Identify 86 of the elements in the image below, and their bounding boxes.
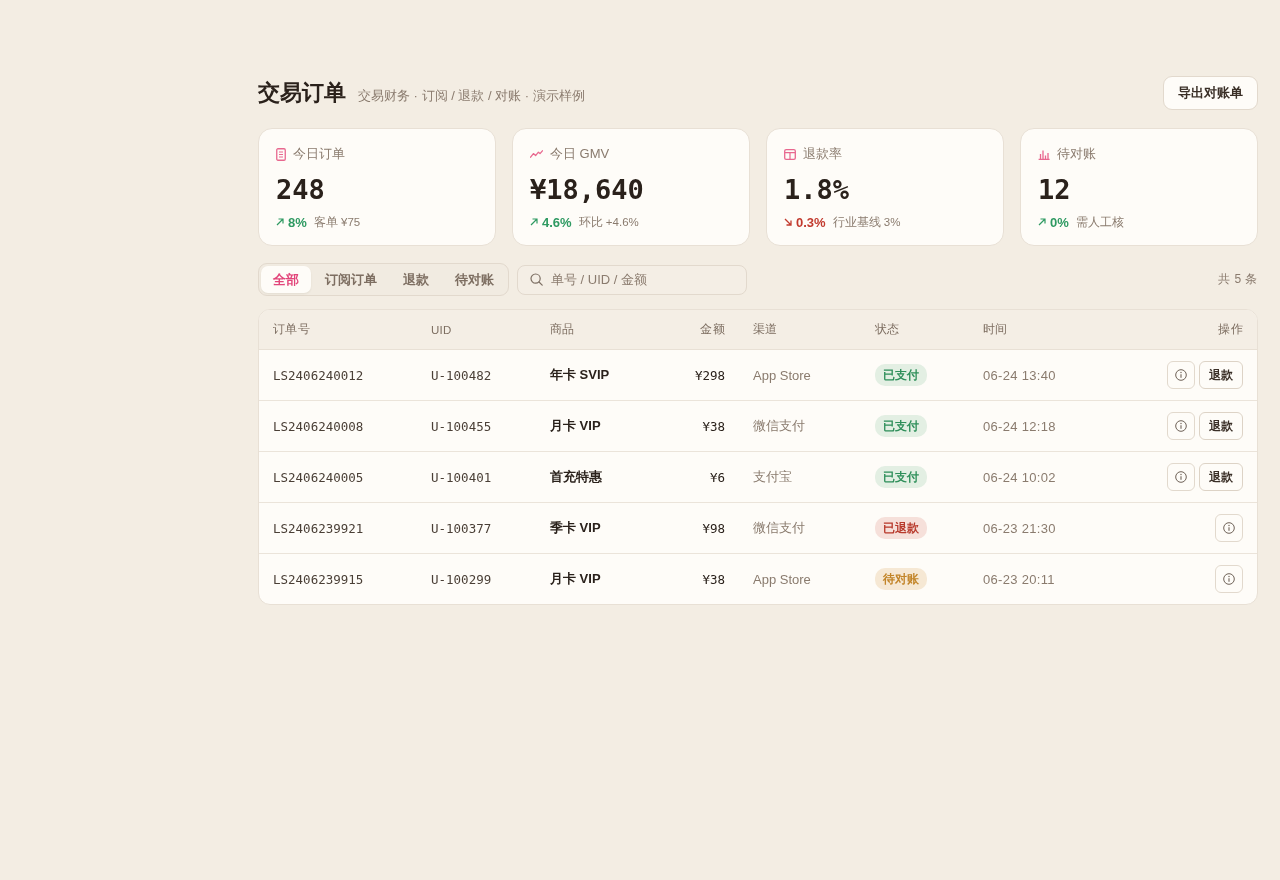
payment-channel: 微信支付 xyxy=(753,519,805,537)
payment-channel: 微信支付 xyxy=(753,417,805,435)
column-header: 时间 xyxy=(983,322,1008,337)
amount: ¥298 xyxy=(694,367,725,383)
order-time: 06-24 10:02 xyxy=(983,469,1056,485)
refund-button[interactable]: 退款 xyxy=(1199,412,1243,440)
payment-channel: App Store xyxy=(753,571,811,587)
refund-button[interactable]: 退款 xyxy=(1199,463,1243,491)
stat-label: 今日订单 xyxy=(293,145,345,163)
info-icon xyxy=(1175,420,1187,432)
user-id: U-100377 xyxy=(431,520,492,536)
order-time: 06-23 20:11 xyxy=(983,571,1055,587)
result-count: 共 5 条 xyxy=(1218,271,1258,288)
stat-delta: 0.3% xyxy=(796,214,826,230)
stat-delta: 8% xyxy=(288,214,307,230)
amount: ¥98 xyxy=(702,520,725,536)
filter-tab[interactable]: 订阅订单 xyxy=(313,266,389,293)
filter-tab[interactable]: 退款 xyxy=(391,266,441,293)
details-button[interactable] xyxy=(1167,412,1195,440)
info-icon xyxy=(1175,369,1187,381)
user-id: U-100455 xyxy=(431,418,492,434)
stat-note: 环比 +4.6% xyxy=(578,214,639,230)
stat-value: 12 xyxy=(1038,174,1072,206)
details-button[interactable] xyxy=(1167,463,1195,491)
product-name: 月卡 VIP xyxy=(550,570,601,588)
column-header: 金额 xyxy=(700,322,725,337)
layout-icon xyxy=(784,148,796,160)
column-header: 订单号 xyxy=(273,322,310,337)
product-name: 季卡 VIP xyxy=(550,519,601,537)
stat-note: 行业基线 3% xyxy=(832,214,901,230)
stat-delta: 0% xyxy=(1050,214,1069,230)
status-badge: 待对账 xyxy=(875,568,927,590)
details-button[interactable] xyxy=(1167,361,1195,389)
stat-note: 客单 ¥75 xyxy=(313,214,361,230)
column-header: 操作 xyxy=(1218,322,1243,337)
status-badge: 已支付 xyxy=(875,415,927,437)
trend-line-icon xyxy=(530,150,543,158)
column-header: 渠道 xyxy=(753,322,778,337)
order-time: 06-24 12:18 xyxy=(983,418,1056,434)
user-id: U-100299 xyxy=(431,571,492,587)
order-number: LS2406239921 xyxy=(273,520,364,536)
stat-value: 248 xyxy=(276,174,326,206)
column-header: 状态 xyxy=(875,322,900,337)
search-icon xyxy=(530,272,543,286)
details-button[interactable] xyxy=(1215,565,1243,593)
order-number: LS2406240012 xyxy=(273,367,364,383)
user-id: U-100401 xyxy=(431,469,492,485)
export-button[interactable]: 导出对账单 xyxy=(1163,76,1258,110)
refund-button[interactable]: 退款 xyxy=(1199,361,1243,389)
payment-channel: App Store xyxy=(753,367,811,383)
order-number: LS2406240008 xyxy=(273,418,364,434)
stat-value: ¥18,640 xyxy=(530,174,645,206)
details-button[interactable] xyxy=(1215,514,1243,542)
page-subtitle: 交易财务 · 订阅 / 退款 / 对账 · 演示样例 xyxy=(358,87,585,105)
payment-channel: 支付宝 xyxy=(753,468,792,486)
user-id: U-100482 xyxy=(431,367,492,383)
stat-value: 1.8% xyxy=(784,174,851,206)
filter-tab[interactable]: 全部 xyxy=(261,266,311,293)
status-badge: 已支付 xyxy=(875,364,927,386)
order-number: LS2406240005 xyxy=(273,469,364,485)
page-title: 交易订单 xyxy=(258,79,346,107)
stat-label: 今日 GMV xyxy=(550,145,610,163)
product-name: 首充特惠 xyxy=(550,468,602,486)
info-icon xyxy=(1175,471,1187,483)
order-time: 06-23 21:30 xyxy=(983,520,1056,536)
filter-tab[interactable]: 待对账 xyxy=(443,266,506,293)
stat-delta: 4.6% xyxy=(542,214,572,230)
order-number: LS2406239915 xyxy=(273,571,364,587)
amount: ¥38 xyxy=(702,571,725,587)
amount: ¥6 xyxy=(709,469,725,485)
column-header: UID xyxy=(431,323,452,336)
stat-label: 待对账 xyxy=(1057,145,1096,163)
info-icon xyxy=(1223,573,1235,585)
info-icon xyxy=(1223,522,1235,534)
column-header: 商品 xyxy=(550,322,575,337)
status-badge: 已支付 xyxy=(875,466,927,488)
amount: ¥38 xyxy=(702,418,725,434)
order-time: 06-24 13:40 xyxy=(983,367,1056,383)
product-name: 年卡 SVIP xyxy=(550,366,610,384)
stat-note: 需人工核 xyxy=(1075,214,1124,230)
search-field[interactable]: 单号 / UID / 金额 xyxy=(517,264,747,295)
stat-label: 退款率 xyxy=(803,145,842,163)
status-badge: 已退款 xyxy=(875,517,927,539)
product-name: 月卡 VIP xyxy=(550,417,601,435)
document-icon xyxy=(276,147,286,161)
bar-chart-icon xyxy=(1038,148,1050,160)
